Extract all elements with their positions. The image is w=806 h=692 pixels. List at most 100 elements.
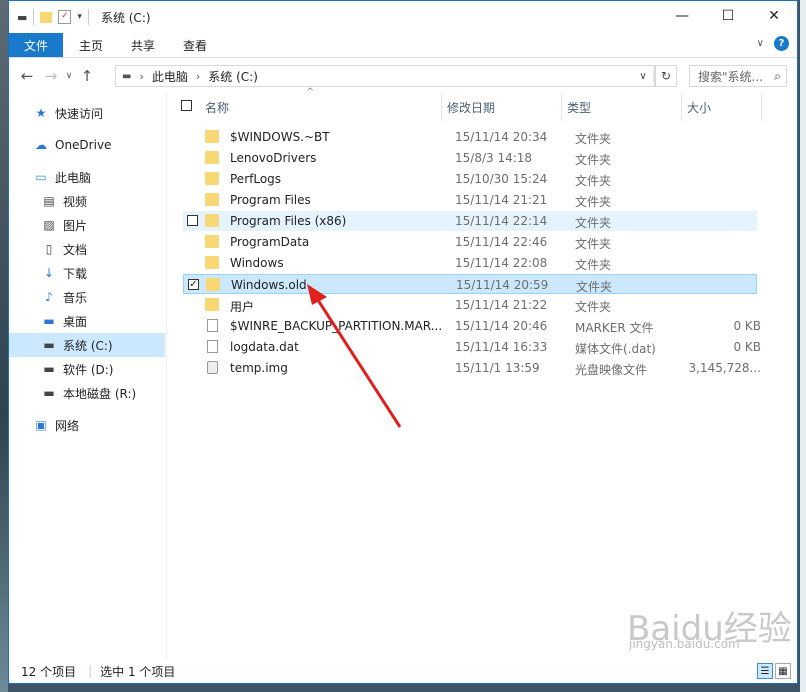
help-icon[interactable]: ? [774, 36, 789, 51]
select-all-checkbox[interactable] [181, 100, 192, 111]
file-name: 用户 [230, 300, 255, 314]
table-row[interactable]: $WINDOWS.~BT 15/11/14 20:34 文件夹 [183, 127, 757, 147]
table-row[interactable]: $WINRE_BACKUP_PARTITION.MAR... 15/11/14 2… [183, 316, 761, 336]
table-row[interactable]: ✓ Windows.old 15/11/14 20:59 文件夹 [183, 274, 757, 294]
column-divider[interactable] [761, 93, 762, 121]
up-arrow-icon[interactable]: ↑ [75, 67, 99, 85]
file-type: 文件夹 [575, 174, 612, 188]
address-dropdown-icon[interactable]: ∨ [633, 70, 654, 82]
row-checkbox[interactable]: ✓ [188, 279, 199, 290]
sidebar-item[interactable]: ▯ 文档 [9, 237, 165, 261]
sidebar-item-label: 图片 [63, 218, 88, 233]
table-row[interactable]: Program Files 15/11/14 21:21 文件夹 [183, 190, 757, 210]
column-header: ^ 名称 修改日期 类型 大小 [169, 87, 797, 121]
table-row[interactable]: ProgramData 15/11/14 22:46 文件夹 [183, 232, 757, 252]
search-input[interactable]: 搜索"系统... ⌕ [689, 65, 787, 87]
back-arrow-icon[interactable]: ← [15, 67, 39, 85]
details-view-icon[interactable]: ☰ [757, 663, 773, 679]
file-date: 15/11/14 22:08 [455, 256, 548, 270]
file-name: $WINRE_BACKUP_PARTITION.MAR... [230, 319, 443, 333]
sidebar-item[interactable]: ↓ 下载 [9, 261, 165, 285]
folder-icon [206, 278, 220, 291]
recent-locations-icon[interactable]: ∨ [63, 71, 75, 81]
refresh-button[interactable]: ↻ [655, 65, 677, 87]
large-icons-view-icon[interactable]: ▦ [775, 663, 791, 679]
file-name: Windows [230, 256, 284, 270]
forward-arrow-icon[interactable]: → [39, 67, 63, 85]
minimize-button[interactable]: — [659, 1, 705, 31]
folder-icon[interactable] [40, 11, 53, 23]
file-date: 15/11/14 22:46 [455, 235, 548, 249]
table-row[interactable]: LenovoDrivers 15/8/3 14:18 文件夹 [183, 148, 757, 168]
maximize-button[interactable]: ☐ [705, 1, 751, 31]
table-row[interactable]: Windows 15/11/14 22:08 文件夹 [183, 253, 757, 273]
column-divider[interactable] [441, 93, 442, 121]
file-name: $WINDOWS.~BT [230, 130, 330, 144]
column-type[interactable]: 类型 [567, 99, 591, 116]
table-row[interactable]: temp.img 15/11/1 13:59 光盘映像文件 3,145,728... [183, 358, 761, 378]
close-button[interactable]: ✕ [751, 1, 797, 31]
sidebar-item[interactable]: ☁ OneDrive [9, 133, 165, 157]
column-divider[interactable] [681, 93, 682, 121]
file-type: 文件夹 [575, 216, 612, 230]
column-divider[interactable] [561, 93, 562, 121]
address-bar[interactable]: ▬ › 此电脑 › 系统 (C:) ∨ [115, 65, 655, 87]
desktop-background-left [0, 0, 8, 692]
sidebar-item[interactable]: ★ 快速访问 [9, 101, 165, 125]
column-date[interactable]: 修改日期 [447, 99, 495, 116]
sidebar-item-label: 系统 (C:) [63, 338, 113, 353]
sidebar-item-label: 下载 [63, 266, 88, 281]
sidebar-item[interactable]: ▬ 本地磁盘 (R:) [9, 381, 165, 405]
tab-home[interactable]: 主页 [65, 37, 117, 54]
quick-access-toolbar: ▬ ✓ ▾ [17, 1, 89, 33]
sidebar-item[interactable]: ▤ 视频 [9, 189, 165, 213]
search-icon[interactable]: ⌕ [774, 69, 781, 84]
properties-icon[interactable]: ✓ [58, 10, 72, 24]
pictures-icon: ▨ [43, 218, 55, 232]
file-type: 文件夹 [575, 258, 612, 272]
sidebar-item[interactable]: ♪ 音乐 [9, 285, 165, 309]
breadcrumb-drive-c[interactable]: 系统 (C:) [208, 68, 258, 85]
file-date: 15/11/14 20:59 [456, 278, 549, 292]
column-name[interactable]: 名称 [205, 99, 229, 116]
table-row[interactable]: PerfLogs 15/10/30 15:24 文件夹 [183, 169, 757, 189]
customize-toolbar-icon[interactable]: ▾ [77, 12, 82, 22]
table-row[interactable]: 用户 15/11/14 21:22 文件夹 [183, 295, 757, 315]
sidebar-item[interactable]: ▬ 桌面 [9, 309, 165, 333]
sidebar-item[interactable]: ▭ 此电脑 [9, 165, 165, 189]
file-date: 15/11/14 20:34 [455, 130, 548, 144]
column-size[interactable]: 大小 [687, 99, 711, 116]
sidebar-item[interactable]: ▣ 网络 [9, 413, 165, 437]
sidebar-item-label: 桌面 [63, 314, 88, 329]
window-title: 系统 (C:) [100, 10, 151, 25]
file-size: 0 KB [733, 340, 761, 354]
sidebar-item[interactable]: ▬ 系统 (C:) [9, 333, 165, 357]
file-size: 0 KB [733, 319, 761, 333]
drive-icon[interactable]: ▬ [17, 11, 27, 24]
table-row[interactable]: logdata.dat 15/11/14 16:33 媒体文件(.dat) 0 KB [183, 337, 761, 357]
drive-c-icon: ▬ [43, 338, 55, 352]
document-icon: ▯ [45, 242, 53, 256]
tab-share[interactable]: 共享 [117, 37, 169, 54]
file-type: 光盘映像文件 [575, 363, 648, 377]
breadcrumb-this-pc[interactable]: 此电脑 [152, 68, 188, 85]
chevron-down-icon[interactable]: ∨ [757, 38, 764, 49]
sidebar-item[interactable]: ▨ 图片 [9, 213, 165, 237]
row-checkbox[interactable] [187, 215, 198, 226]
table-row[interactable]: Program Files (x86) 15/11/14 22:14 文件夹 [183, 211, 757, 231]
tab-file[interactable]: 文件 [9, 33, 63, 57]
desktop-icon: ▬ [43, 314, 55, 328]
pane-divider[interactable] [166, 93, 167, 659]
watermark-url: jingyan.baidu.com [629, 637, 740, 651]
status-divider: | [88, 664, 93, 678]
disc-image-icon [207, 361, 218, 374]
chevron-right-icon[interactable]: › [139, 70, 143, 83]
sidebar-item-label: OneDrive [55, 138, 112, 152]
sidebar-item[interactable]: ▬ 软件 (D:) [9, 357, 165, 381]
file-date: 15/11/14 20:46 [455, 319, 548, 333]
folder-icon [205, 214, 219, 227]
file-type: 媒体文件(.dat) [575, 342, 656, 356]
chevron-right-icon[interactable]: › [196, 70, 200, 83]
file-name: Program Files (x86) [230, 214, 347, 228]
tab-view[interactable]: 查看 [169, 37, 221, 54]
